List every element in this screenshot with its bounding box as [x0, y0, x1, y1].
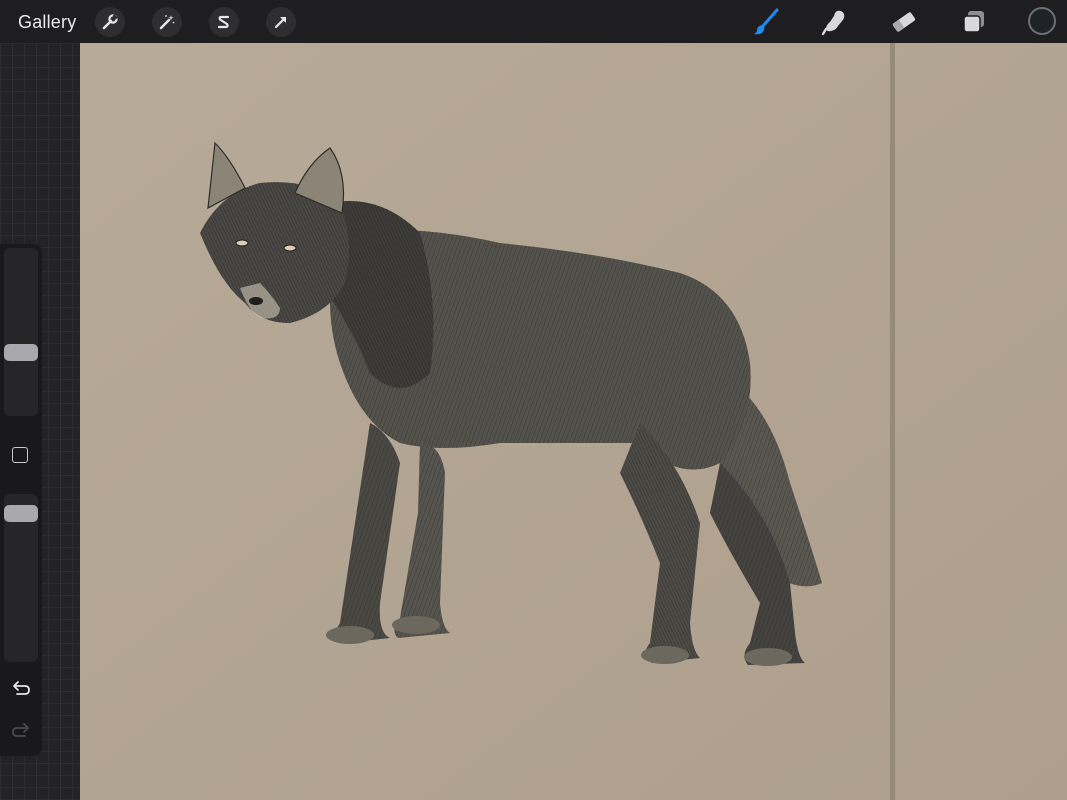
adjustments-button[interactable]	[152, 7, 182, 37]
drawing-canvas[interactable]	[80, 43, 1067, 800]
redo-button[interactable]	[10, 722, 32, 747]
selection-button[interactable]	[209, 7, 239, 37]
smudge-finger-icon	[820, 7, 850, 37]
sidebar	[0, 244, 42, 756]
redo-arrow-icon	[10, 723, 32, 746]
undo-arrow-icon	[10, 681, 32, 704]
opacity-slider-thumb[interactable]	[4, 505, 38, 523]
transform-button[interactable]	[266, 7, 296, 37]
eraser-icon	[889, 7, 919, 37]
wrench-icon	[101, 13, 119, 31]
brush-size-slider[interactable]	[4, 248, 38, 416]
brush-size-slider-thumb[interactable]	[4, 343, 38, 361]
modify-button[interactable]	[12, 447, 28, 463]
actions-button[interactable]	[95, 7, 125, 37]
brush-icon	[751, 7, 781, 37]
wolf-sketch-illustration	[80, 43, 1067, 800]
gallery-button[interactable]: Gallery	[18, 11, 76, 33]
magic-wand-icon	[158, 13, 176, 31]
eraser-tool-button[interactable]	[887, 5, 921, 39]
selection-s-icon	[215, 13, 233, 31]
top-toolbar: Gallery	[0, 0, 1067, 43]
undo-button[interactable]	[10, 680, 32, 705]
layers-button[interactable]	[957, 5, 991, 39]
smudge-tool-button[interactable]	[818, 5, 852, 39]
color-picker-button[interactable]	[1028, 7, 1056, 35]
brush-tool-button[interactable]	[749, 5, 783, 39]
layers-icon	[959, 7, 989, 37]
arrow-cursor-icon	[272, 13, 290, 31]
